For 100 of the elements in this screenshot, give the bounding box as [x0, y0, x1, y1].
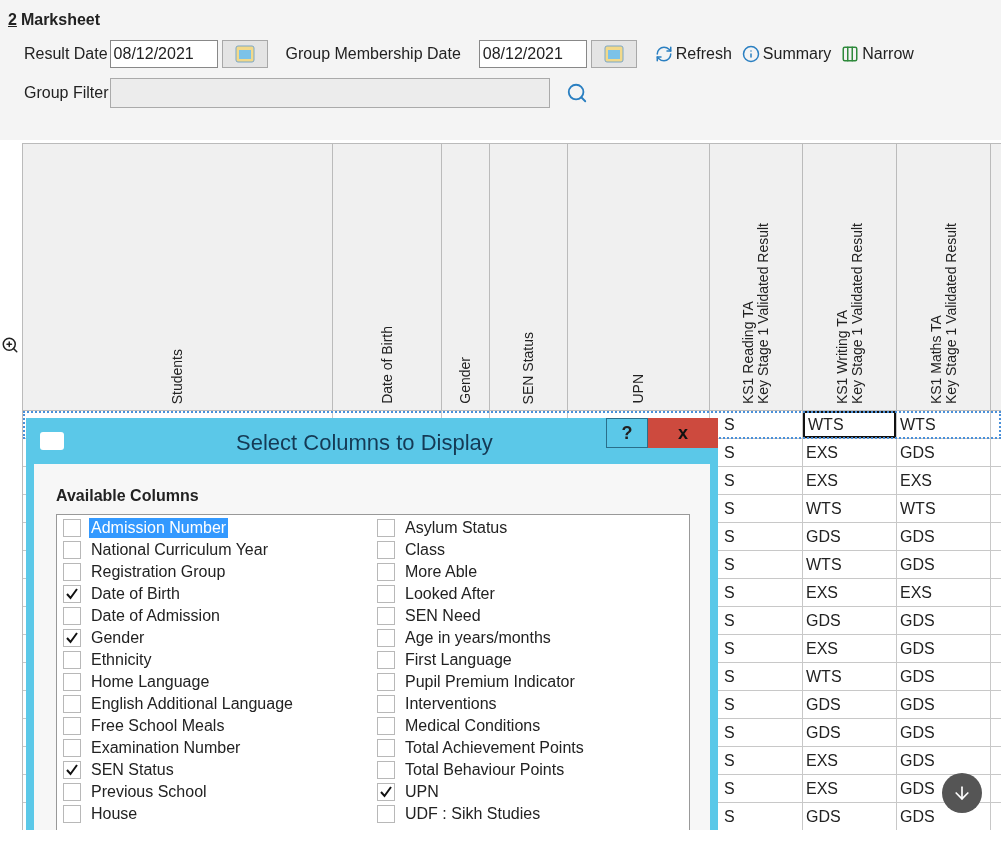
checkbox[interactable] — [63, 541, 81, 559]
column-header[interactable]: Gender — [442, 144, 490, 410]
column-option[interactable]: Home Language — [89, 672, 212, 692]
table-cell-text: WTS — [899, 414, 937, 435]
table-cell-text: GDS — [899, 526, 936, 547]
column-option[interactable]: House — [89, 804, 140, 824]
table-cell-text: WTS — [805, 554, 843, 575]
calendar-button[interactable] — [590, 40, 637, 68]
date-field[interactable]: 08/12/2021 — [109, 40, 218, 68]
refresh-button[interactable]: Refresh — [654, 42, 732, 66]
column-option[interactable]: Total Achievement Points — [403, 738, 586, 758]
column-option[interactable]: Previous School — [89, 782, 209, 802]
column-option[interactable]: Date of Admission — [89, 606, 222, 626]
checkbox[interactable] — [63, 651, 81, 669]
dialog-title: Select Columns to Display — [236, 429, 493, 457]
search-icon[interactable] — [566, 82, 589, 104]
column-header[interactable]: KS1 Reading TA Key Stage 1 Validated Result — [710, 144, 803, 410]
column-option[interactable]: Class — [403, 540, 447, 560]
checkbox[interactable] — [377, 629, 395, 647]
checkbox[interactable] — [377, 585, 395, 603]
table-cell-text: GDS — [805, 806, 842, 827]
table-cell-text: S — [723, 750, 735, 771]
checkbox[interactable] — [63, 607, 81, 625]
column-option[interactable]: Free School Meals — [89, 716, 227, 736]
checkbox[interactable] — [377, 761, 395, 779]
checkbox[interactable] — [377, 783, 395, 801]
checkbox[interactable] — [377, 607, 395, 625]
column-header[interactable]: Students — [23, 144, 333, 410]
table-cell-text: WTS — [805, 666, 843, 687]
column-option[interactable]: UDF : Sikh Studies — [403, 804, 543, 824]
checkbox[interactable] — [377, 739, 395, 757]
field-label: Result Date — [24, 44, 108, 64]
column-header[interactable]: SEN Status — [490, 144, 568, 410]
checkbox[interactable] — [377, 651, 395, 669]
column-option[interactable]: Examination Number — [89, 738, 243, 758]
column-option[interactable]: Pupil Premium Indicator — [403, 672, 577, 692]
checkbox[interactable] — [63, 585, 81, 603]
checkbox[interactable] — [377, 805, 395, 823]
column-option[interactable]: Total Behaviour Points — [403, 760, 567, 780]
column-option[interactable]: Registration Group — [89, 562, 228, 582]
column-option[interactable]: Asylum Status — [403, 518, 510, 538]
table-cell-text: GDS — [899, 778, 936, 799]
table-cell-text: GDS — [899, 806, 936, 827]
column-option[interactable]: Ethnicity — [89, 650, 154, 670]
help-button[interactable]: ? — [606, 418, 648, 448]
checkbox[interactable] — [377, 717, 395, 735]
checkbox[interactable] — [377, 695, 395, 713]
close-button[interactable]: x — [648, 418, 718, 448]
table-cell-text: S — [723, 498, 735, 519]
checkbox[interactable] — [377, 519, 395, 537]
column-header[interactable]: KS1 Writing TA Key Stage 1 Validated Result — [803, 144, 897, 410]
checkbox[interactable] — [63, 717, 81, 735]
checkbox[interactable] — [63, 629, 81, 647]
column-option[interactable]: First Language — [403, 650, 514, 670]
checkbox[interactable] — [63, 739, 81, 757]
table-cell-text: S — [723, 694, 735, 715]
checkbox[interactable] — [63, 673, 81, 691]
checkbox[interactable] — [63, 805, 81, 823]
column-option[interactable]: National Curriculum Year — [89, 540, 270, 560]
table-cell-text: S — [723, 470, 735, 491]
column-option[interactable]: Gender — [89, 628, 147, 648]
calendar-button[interactable] — [221, 40, 268, 68]
column-option[interactable]: English Additional Language — [89, 694, 295, 714]
checkbox[interactable] — [63, 695, 81, 713]
table-cell-text: GDS — [899, 442, 936, 463]
checkbox[interactable] — [63, 761, 81, 779]
column-option[interactable]: SEN Status — [89, 760, 176, 780]
table-cell-text: GDS — [805, 610, 842, 631]
table-cell-text: S — [723, 666, 735, 687]
date-field[interactable]: 08/12/2021 — [478, 40, 587, 68]
table-cell-text: S — [723, 806, 735, 827]
column-option[interactable]: More Able — [403, 562, 480, 582]
table-cell: WTS — [803, 411, 896, 438]
section-title: Available Columns — [56, 486, 200, 506]
column-option[interactable]: Looked After — [403, 584, 497, 604]
checkbox[interactable] — [63, 563, 81, 581]
column-option[interactable]: Interventions — [403, 694, 499, 714]
table-cell-text: EXS — [805, 638, 839, 659]
scroll-down-button[interactable] — [942, 773, 982, 813]
column-option[interactable]: Medical Conditions — [403, 716, 543, 736]
summary-button[interactable]: Summary — [741, 42, 832, 66]
column-header[interactable]: Date of Birth — [333, 144, 442, 410]
column-option[interactable]: SEN Need — [403, 606, 483, 626]
checkbox[interactable] — [377, 541, 395, 559]
table-cell-text: S — [723, 582, 735, 603]
table-cell-text: EXS — [805, 778, 839, 799]
column-option[interactable]: Date of Birth — [89, 584, 182, 604]
column-option[interactable]: Age in years/months — [403, 628, 553, 648]
checkbox[interactable] — [377, 673, 395, 691]
checkbox[interactable] — [377, 563, 395, 581]
checkbox[interactable] — [63, 783, 81, 801]
panel-title: Marksheet — [20, 10, 101, 30]
checkbox[interactable] — [63, 519, 81, 537]
table-cell-text: GDS — [899, 666, 936, 687]
calendar-icon — [603, 45, 624, 63]
table-cell-text: S — [723, 554, 735, 575]
column-header[interactable]: UPN — [568, 144, 710, 410]
column-option[interactable]: UPN — [403, 782, 441, 802]
narrow-button[interactable]: Narrow — [841, 42, 914, 66]
column-header[interactable]: KS1 Maths TA Key Stage 1 Validated Result — [897, 144, 991, 410]
